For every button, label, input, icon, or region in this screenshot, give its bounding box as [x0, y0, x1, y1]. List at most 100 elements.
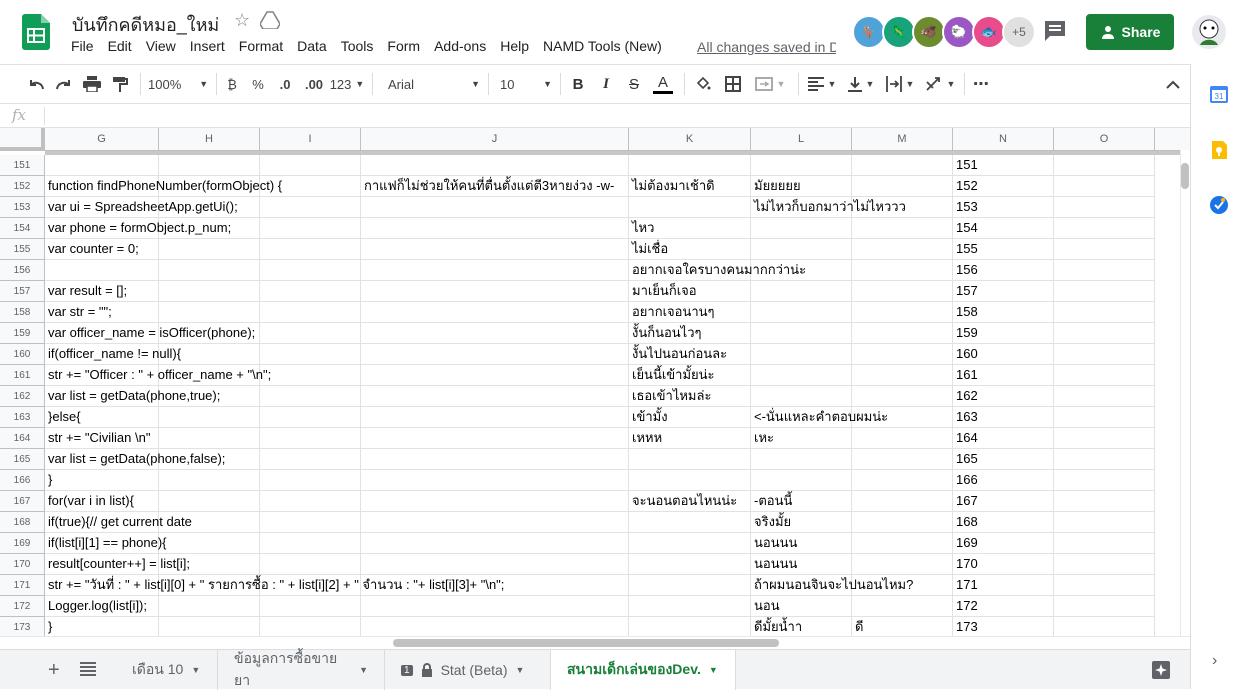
- cell-k[interactable]: งั้นไปนอนก่อนละ: [629, 344, 751, 365]
- cell-l[interactable]: [751, 386, 852, 407]
- cell-k[interactable]: มาเย็นก็เจอ: [629, 281, 751, 302]
- cell-o[interactable]: [1054, 344, 1155, 365]
- cell-k[interactable]: อยากเจอนานๆ: [629, 302, 751, 323]
- column-header-o[interactable]: O: [1054, 128, 1155, 150]
- cell-j[interactable]: [361, 365, 629, 386]
- column-header-m[interactable]: M: [852, 128, 953, 150]
- row-header[interactable]: 165: [0, 449, 45, 470]
- cell-k[interactable]: ไม่เชื่อ: [629, 239, 751, 260]
- text-wrapping-icon[interactable]: ▼: [884, 65, 916, 103]
- font-family-select[interactable]: Arial ▼: [388, 65, 480, 103]
- cell-j[interactable]: [361, 491, 629, 512]
- cell-j[interactable]: กาแฟก็ไม่ช่วยให้คนที่ตื่นตั้งแต่ตี3หายง่…: [361, 176, 629, 197]
- format-currency-button[interactable]: ₿: [222, 65, 242, 103]
- cell-k[interactable]: เข้ามั้ง: [629, 407, 751, 428]
- cell-n[interactable]: 158: [953, 302, 1054, 323]
- cell-k[interactable]: [629, 449, 751, 470]
- redo-icon[interactable]: [52, 65, 76, 103]
- cell-j[interactable]: [361, 533, 629, 554]
- cell-k[interactable]: [629, 533, 751, 554]
- cell-j[interactable]: [361, 449, 629, 470]
- vertical-scroll-thumb[interactable]: [1181, 163, 1189, 189]
- sheet-tab[interactable]: 1 Stat (Beta) ▼: [385, 650, 551, 690]
- italic-button[interactable]: I: [596, 65, 616, 103]
- cell-h[interactable]: [159, 407, 260, 428]
- cell-n[interactable]: 153: [953, 197, 1054, 218]
- cell-o[interactable]: [1054, 323, 1155, 344]
- calendar-icon[interactable]: 31: [1209, 84, 1229, 104]
- row-header[interactable]: 168: [0, 512, 45, 533]
- menu-file[interactable]: File: [64, 38, 101, 58]
- cell-i[interactable]: [260, 155, 361, 176]
- cell-i[interactable]: [260, 386, 361, 407]
- cell-m[interactable]: [852, 533, 953, 554]
- menu-addons[interactable]: Add-ons: [427, 38, 493, 58]
- sheet-tab[interactable]: เดือน 10 ▼: [116, 650, 218, 690]
- menu-view[interactable]: View: [139, 38, 183, 58]
- cell-l[interactable]: เหะ: [751, 428, 852, 449]
- cell-o[interactable]: [1054, 512, 1155, 533]
- cell-n[interactable]: 165: [953, 449, 1054, 470]
- cell-m[interactable]: [852, 197, 953, 218]
- cell-i[interactable]: [260, 344, 361, 365]
- bold-button[interactable]: B: [568, 65, 588, 103]
- cell-m[interactable]: [852, 281, 953, 302]
- menu-format[interactable]: Format: [232, 38, 290, 58]
- cell-k[interactable]: [629, 197, 751, 218]
- cell-l[interactable]: มัยยยยย: [751, 176, 852, 197]
- menu-edit[interactable]: Edit: [101, 38, 139, 58]
- print-icon[interactable]: [80, 65, 104, 103]
- merge-cells-icon[interactable]: ▼: [750, 65, 790, 103]
- cell-l[interactable]: [751, 449, 852, 470]
- move-to-folder-icon[interactable]: [260, 11, 280, 29]
- cell-g[interactable]: [45, 155, 159, 176]
- row-header[interactable]: 159: [0, 323, 45, 344]
- cell-m[interactable]: [852, 365, 953, 386]
- row-header[interactable]: 167: [0, 491, 45, 512]
- cell-i[interactable]: [260, 533, 361, 554]
- cell-k[interactable]: ไม่ต้องมาเช้าดิ: [629, 176, 751, 197]
- row-header[interactable]: 151: [0, 155, 45, 176]
- cell-o[interactable]: [1054, 197, 1155, 218]
- cell-i[interactable]: [260, 365, 361, 386]
- cell-l[interactable]: -ตอนนี้: [751, 491, 852, 512]
- cell-k[interactable]: [629, 512, 751, 533]
- cell-o[interactable]: [1054, 281, 1155, 302]
- cell-n[interactable]: 169: [953, 533, 1054, 554]
- cell-i[interactable]: [260, 302, 361, 323]
- cell-k[interactable]: อยากเจอใครบางคนมากกว่าน่ะ: [629, 260, 806, 281]
- cell-n[interactable]: 160: [953, 344, 1054, 365]
- sheet-tab[interactable]: ข้อมูลการซื้อขายยา ▼: [218, 650, 385, 690]
- menu-form[interactable]: Form: [380, 38, 427, 58]
- row-header[interactable]: 163: [0, 407, 45, 428]
- cell-m[interactable]: [852, 554, 953, 575]
- cell-m[interactable]: [852, 302, 953, 323]
- text-color-button[interactable]: A: [652, 65, 674, 103]
- row-header[interactable]: 155: [0, 239, 45, 260]
- row-header[interactable]: 162: [0, 386, 45, 407]
- cell-m[interactable]: [852, 512, 953, 533]
- cell-i[interactable]: [260, 596, 361, 617]
- cell-i[interactable]: [260, 260, 361, 281]
- cell-h[interactable]: [159, 239, 260, 260]
- strikethrough-button[interactable]: S: [624, 65, 644, 103]
- cell-g[interactable]: if(true){// get current date: [45, 512, 192, 533]
- column-header-k[interactable]: K: [629, 128, 751, 150]
- cell-o[interactable]: [1054, 365, 1155, 386]
- cell-g[interactable]: function findPhoneNumber(formObject) {: [45, 176, 282, 197]
- cell-n[interactable]: 159: [953, 323, 1054, 344]
- cell-o[interactable]: [1054, 596, 1155, 617]
- cell-n[interactable]: 151: [953, 155, 1054, 176]
- cell-j[interactable]: [361, 239, 629, 260]
- cell-g[interactable]: str += "Officer : " + officer_name + "\n…: [45, 365, 271, 386]
- paint-format-icon[interactable]: [108, 65, 132, 103]
- cell-k[interactable]: [629, 554, 751, 575]
- cell-k[interactable]: ไหว: [629, 218, 751, 239]
- add-sheet-icon[interactable]: +: [48, 659, 60, 682]
- cell-l[interactable]: [751, 365, 852, 386]
- cell-j[interactable]: [361, 323, 629, 344]
- cell-k[interactable]: [629, 155, 751, 176]
- cell-n[interactable]: 170: [953, 554, 1054, 575]
- cell-l[interactable]: [751, 155, 852, 176]
- cell-m[interactable]: [852, 386, 953, 407]
